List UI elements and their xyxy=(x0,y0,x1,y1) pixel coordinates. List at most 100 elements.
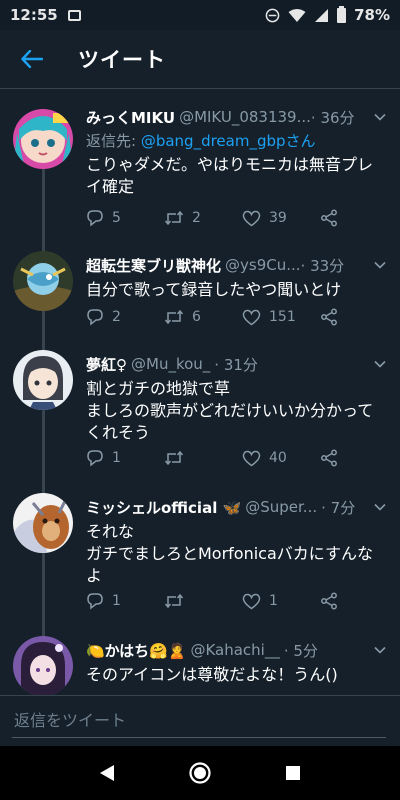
chevron-down-icon[interactable] xyxy=(374,111,386,123)
share-button[interactable] xyxy=(320,449,346,467)
avatar[interactable] xyxy=(13,251,73,311)
retweet-button[interactable]: 6 xyxy=(164,309,242,325)
heart-icon xyxy=(242,210,261,226)
retweet-icon xyxy=(164,210,184,226)
nav-home-button[interactable] xyxy=(180,753,220,793)
tweet-time: · 33分 xyxy=(300,256,345,275)
system-nav-bar xyxy=(0,746,400,800)
reply-icon xyxy=(87,450,103,467)
tweet-time: · 31分 xyxy=(214,355,258,374)
like-button[interactable]: 151 xyxy=(242,309,320,326)
nav-back-button[interactable] xyxy=(87,753,127,793)
author-name[interactable]: 🍋かはち🤗🙎 xyxy=(86,640,186,661)
reply-timeline: みっくMIKU @MIKU_083139... · 36分 返信先: @bang… xyxy=(0,89,400,695)
reply-button[interactable]: 1 xyxy=(86,592,164,610)
avatar[interactable] xyxy=(13,493,73,553)
reply-input[interactable] xyxy=(12,704,386,738)
like-button[interactable]: 39 xyxy=(242,210,320,227)
battery-icon xyxy=(337,5,347,23)
retweet-icon xyxy=(164,309,184,325)
share-icon xyxy=(321,592,337,610)
reply-to-prefix: 返信先: xyxy=(86,132,141,150)
app-header: ツイート xyxy=(0,30,400,89)
avatar[interactable] xyxy=(13,109,73,169)
avatar-girl-image xyxy=(13,350,73,410)
status-bar: 12:55 78% xyxy=(0,0,400,30)
reply-icon xyxy=(87,210,103,227)
avatar-bear-image xyxy=(13,493,73,553)
reply-to-mention[interactable]: @bang_dream_gbpさん xyxy=(141,132,316,150)
tweet[interactable]: 超転生寒ブリ獣神化 @ys9Cu... · 33分 自分で歌って録音したやつ聞い… xyxy=(0,245,400,337)
author-handle: @Super... xyxy=(245,498,318,516)
retweet-count: 6 xyxy=(192,309,201,325)
like-count: 39 xyxy=(269,210,287,226)
back-button[interactable] xyxy=(10,37,54,81)
author-handle: @MIKU_083139... xyxy=(179,108,311,126)
wifi-icon xyxy=(288,8,306,22)
nav-recents-button[interactable] xyxy=(273,753,313,793)
reply-icon xyxy=(87,309,103,326)
tweet[interactable]: 🍋かはち🤗🙎 @Kahachi__ · 5分 そのアイコンは尊敬だよな！うん() xyxy=(0,630,400,695)
reply-count: 1 xyxy=(112,450,121,466)
circle-home-icon xyxy=(189,762,211,784)
tweet-time: · 36分 xyxy=(310,108,355,127)
tweet-time: · 5分 xyxy=(283,641,318,660)
tweet-actions: 1 40 xyxy=(86,449,356,467)
author-name[interactable]: みっくMIKU xyxy=(86,107,175,128)
battery-level: 78% xyxy=(354,6,390,24)
signal-icon xyxy=(315,8,329,22)
tweet-time: · 7分 xyxy=(321,498,356,517)
avatar[interactable] xyxy=(13,636,73,695)
tweet-actions: 1 1 xyxy=(86,592,356,610)
like-count: 40 xyxy=(269,450,287,466)
reply-bar xyxy=(0,695,400,746)
heart-icon xyxy=(242,450,261,466)
status-time: 12:55 xyxy=(10,6,58,24)
author-handle: @ys9Cu... xyxy=(225,256,301,274)
share-icon xyxy=(321,209,337,227)
author-name[interactable]: ミッシェルofficial 🦋 xyxy=(86,497,241,518)
tweet[interactable]: みっくMIKU @MIKU_083139... · 36分 返信先: @bang… xyxy=(0,103,400,243)
chevron-down-icon[interactable] xyxy=(374,644,386,656)
retweet-button[interactable]: 2 xyxy=(164,210,242,226)
tweet[interactable]: ミッシェルofficial 🦋 @Super... · 7分 それな ガチでまし… xyxy=(0,487,400,622)
author-name[interactable]: 夢紅♀ xyxy=(86,354,127,375)
heart-icon xyxy=(242,593,261,609)
back-arrow-icon xyxy=(21,50,43,68)
reply-button[interactable]: 1 xyxy=(86,449,164,467)
reply-count: 5 xyxy=(112,210,121,226)
author-name[interactable]: 超転生寒ブリ獣神化 xyxy=(86,255,221,276)
avatar[interactable] xyxy=(13,350,73,410)
retweet-icon xyxy=(164,593,184,609)
retweet-button[interactable] xyxy=(164,593,242,609)
share-button[interactable] xyxy=(320,308,346,326)
like-button[interactable]: 40 xyxy=(242,450,320,467)
tweet-text: それな ガチでましろとMorfonicaバカにすんなよ xyxy=(86,522,373,585)
heart-icon xyxy=(242,309,261,325)
like-button[interactable]: 1 xyxy=(242,593,320,610)
reply-count: 2 xyxy=(112,309,121,325)
triangle-back-icon xyxy=(99,765,114,781)
retweet-count: 2 xyxy=(192,210,201,226)
tweet-text: こりゃダメだ。やはりモニカは無音プレイ確定 xyxy=(86,155,374,196)
like-count: 151 xyxy=(269,309,296,325)
reply-button[interactable]: 5 xyxy=(86,209,164,227)
do-not-disturb-icon xyxy=(265,8,280,22)
reply-count: 1 xyxy=(112,593,121,609)
avatar-miku-image xyxy=(13,109,73,169)
page-title: ツイート xyxy=(78,48,166,72)
retweet-button[interactable] xyxy=(164,450,242,466)
chevron-down-icon[interactable] xyxy=(374,358,386,370)
tweet-text: そのアイコンは尊敬だよな！うん() xyxy=(86,665,338,684)
share-button[interactable] xyxy=(320,592,346,610)
share-icon xyxy=(321,308,337,326)
share-button[interactable] xyxy=(320,209,346,227)
reply-button[interactable]: 2 xyxy=(86,308,164,326)
tweet-actions: 2 6 151 xyxy=(86,308,356,326)
avatar-fish-image xyxy=(13,251,73,311)
chevron-down-icon[interactable] xyxy=(374,501,386,513)
chevron-down-icon[interactable] xyxy=(374,259,386,271)
share-icon xyxy=(321,449,337,467)
tweet[interactable]: 夢紅♀ @Mu_kou_ · 31分 割とガチの地獄で草 ましろの歌声がどれだけ… xyxy=(0,344,400,479)
like-count: 1 xyxy=(269,593,278,609)
